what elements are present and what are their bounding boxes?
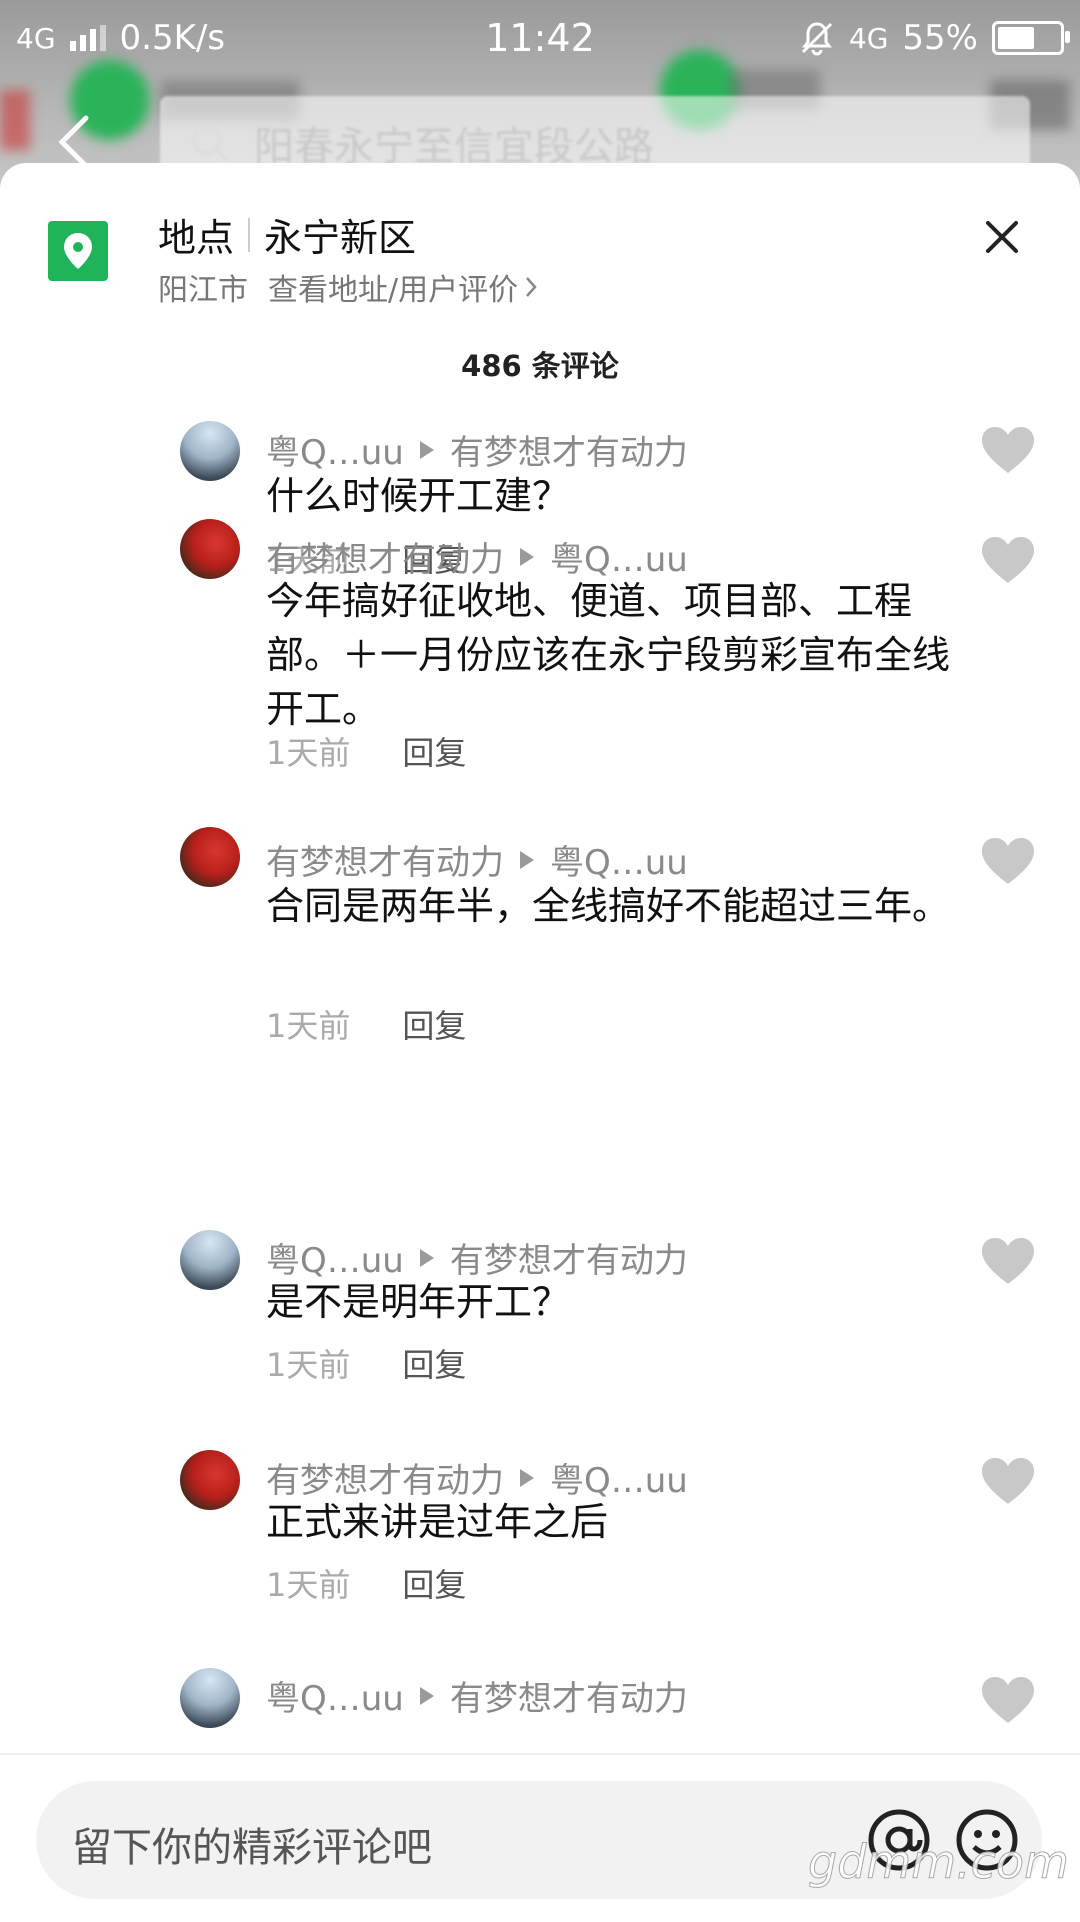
place-title: 地点 永宁新区 (158, 207, 416, 262)
like-heart-icon[interactable] (980, 1236, 1036, 1286)
like-heart-icon[interactable] (980, 425, 1036, 475)
avatar[interactable] (180, 421, 240, 481)
reply-button[interactable]: 回复 (402, 728, 466, 774)
comment-sheet: 地点 永宁新区 阳江市 查看地址/用户评价 486 条评论 粤Q…uu 有梦想才… (0, 163, 1080, 1920)
reply-arrow-icon (419, 1248, 434, 1267)
comment-reply-to[interactable]: 有梦想才有动力 (450, 1671, 688, 1720)
place-subtitle: 阳江市 查看地址/用户评价 (158, 265, 538, 309)
comment-text: 合同是两年半，全线搞好不能超过三年。 (266, 884, 951, 928)
comment-reply-to[interactable]: 有梦想才有动力 (450, 425, 688, 474)
like-heart-icon[interactable] (980, 836, 1036, 886)
place-city: 阳江市 (158, 273, 248, 308)
location-pin-icon (48, 221, 108, 281)
details-link-label: 查看地址/用户评价 (268, 273, 519, 308)
battery-percent: 55% (902, 18, 978, 58)
network-indicator-right: 4G (848, 21, 889, 55)
comment-author[interactable]: 有梦想才有动力 (266, 835, 504, 884)
comment-meta: 1天前 回复 (266, 728, 466, 774)
avatar[interactable] (180, 519, 240, 579)
comment-time: 1天前 (266, 1346, 351, 1384)
place-name: 永宁新区 (264, 216, 417, 260)
comment-time: 1天前 (266, 1566, 351, 1604)
comment-input-placeholder: 留下你的精彩评论吧 (72, 1825, 432, 1871)
avatar[interactable] (180, 827, 240, 887)
status-bar: 4G 0.5K/s 11:42 4G 55% (0, 0, 1080, 76)
comment-time: 1天前 (266, 734, 351, 772)
mute-bell-icon (801, 22, 832, 56)
comment-author[interactable]: 粤Q…uu (266, 1671, 404, 1720)
watermark: gdmm.com (808, 1835, 1070, 1890)
comment-text: 今年搞好征收地、便道、项目部、工程部。＋一月份应该在永宁段剪彩宣布全线开工。 (266, 579, 951, 731)
reply-arrow-icon (520, 850, 534, 869)
like-heart-icon[interactable] (980, 535, 1036, 585)
like-heart-icon[interactable] (980, 1675, 1036, 1725)
comment-meta: 1天前 回复 (266, 1560, 466, 1606)
comment-count: 486 条评论 (461, 349, 619, 383)
clock: 11:42 (485, 16, 595, 60)
back-arrow-icon[interactable] (54, 114, 94, 170)
comment-authors: 粤Q…uu 有梦想才有动力 (266, 425, 688, 474)
comment-text: 正式来讲是过年之后 (266, 1500, 609, 1544)
comment-authors: 有梦想才有动力 粤Q…uu (266, 835, 688, 884)
like-heart-icon[interactable] (980, 1456, 1036, 1506)
reply-arrow-icon (520, 1468, 534, 1487)
reply-arrow-icon (419, 1686, 434, 1705)
title-divider (248, 217, 251, 252)
battery-icon (992, 21, 1070, 55)
comment-text: 什么时候开工建？ (266, 474, 571, 518)
avatar[interactable] (180, 1450, 240, 1510)
reply-button[interactable]: 回复 (402, 1560, 466, 1606)
details-link[interactable]: 查看地址/用户评价 (268, 265, 538, 309)
chevron-right-icon (526, 277, 537, 297)
avatar[interactable] (180, 1668, 240, 1728)
comment-author[interactable]: 粤Q…uu (266, 425, 404, 474)
search-icon (192, 125, 230, 163)
comment-time: 1天前 (266, 1007, 351, 1045)
avatar[interactable] (180, 1230, 240, 1290)
comment-text: 是不是明年开工？ (266, 1280, 571, 1324)
reply-button[interactable]: 回复 (402, 1340, 466, 1386)
comment-reply-to[interactable]: 粤Q…uu (550, 835, 688, 884)
comment-input-bar: 留下你的精彩评论吧 gdmm.com (0, 1753, 1080, 1922)
comment-authors: 粤Q…uu 有梦想才有动力 (266, 1671, 688, 1720)
reply-arrow-icon (419, 440, 434, 459)
comment-meta: 1天前 回复 (266, 1340, 466, 1386)
comment-meta: 1天前 回复 (266, 1001, 466, 1047)
reply-arrow-icon (520, 547, 534, 566)
reply-button[interactable]: 回复 (402, 1001, 466, 1047)
place-type-label: 地点 (158, 216, 235, 260)
close-icon[interactable] (980, 215, 1024, 259)
